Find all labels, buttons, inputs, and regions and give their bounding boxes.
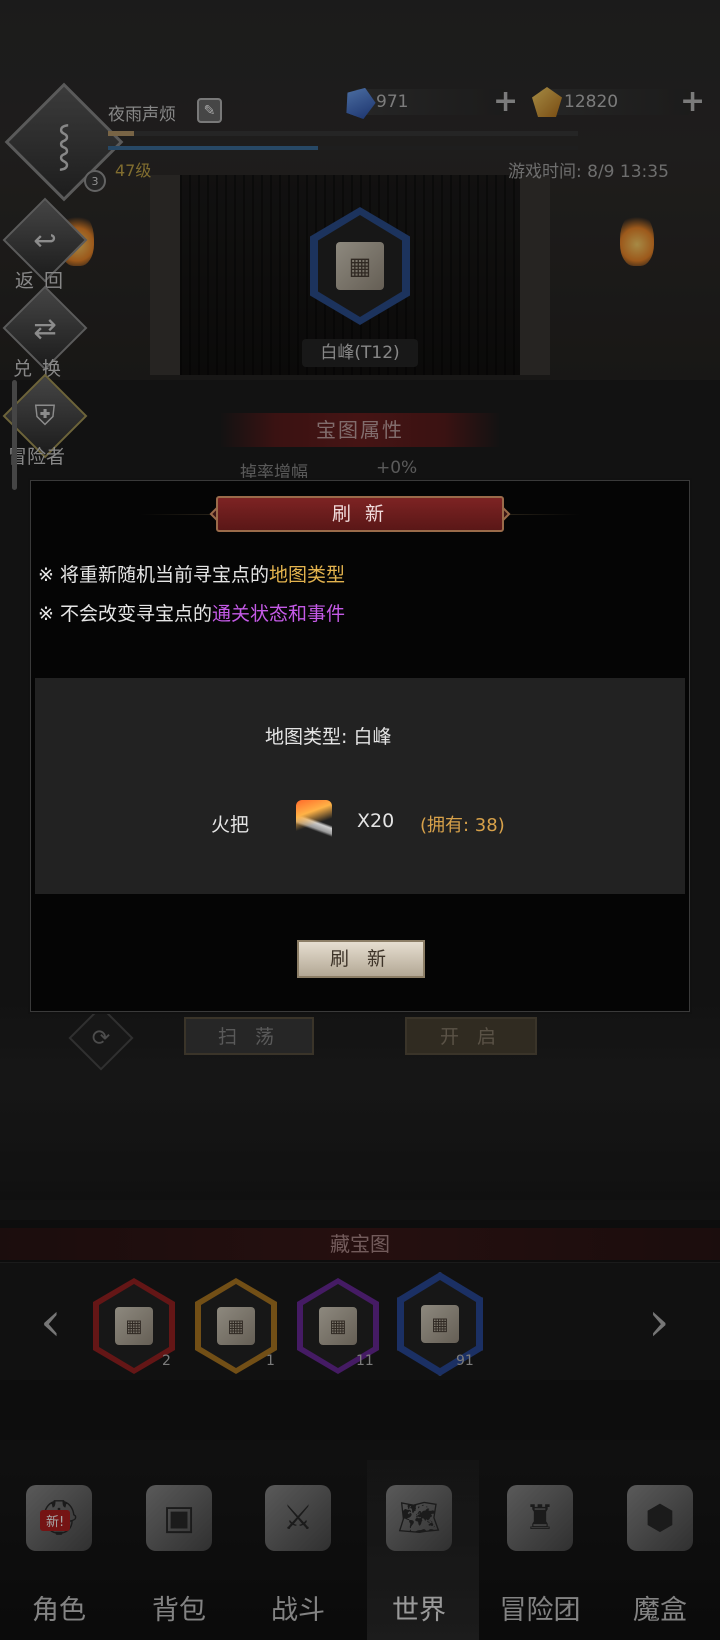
map-type-text: 地图类型: 白峰 bbox=[265, 726, 392, 748]
cost-label: 火把 bbox=[211, 814, 250, 836]
torch-icon bbox=[296, 800, 332, 844]
refresh-button[interactable]: 刷 新 bbox=[297, 940, 425, 978]
dialog-title: 刷 新 bbox=[216, 496, 504, 532]
note-status-highlight: 通关状态和事件 bbox=[211, 603, 345, 625]
note-map-type-highlight: 地图类型 bbox=[268, 564, 345, 586]
refresh-info-box bbox=[35, 678, 685, 894]
note-map-type-prefix: ※ 将重新随机当前寻宝点的 bbox=[38, 564, 269, 586]
cost-amount: X20 bbox=[357, 810, 395, 832]
note-map-type: ※ 将重新随机当前寻宝点的地图类型 bbox=[38, 560, 345, 587]
note-status-events: ※ 不会改变寻宝点的通关状态和事件 bbox=[38, 599, 345, 626]
owned-count: (拥有: 38) bbox=[420, 815, 505, 836]
note-status-prefix: ※ 不会改变寻宝点的 bbox=[38, 603, 212, 625]
